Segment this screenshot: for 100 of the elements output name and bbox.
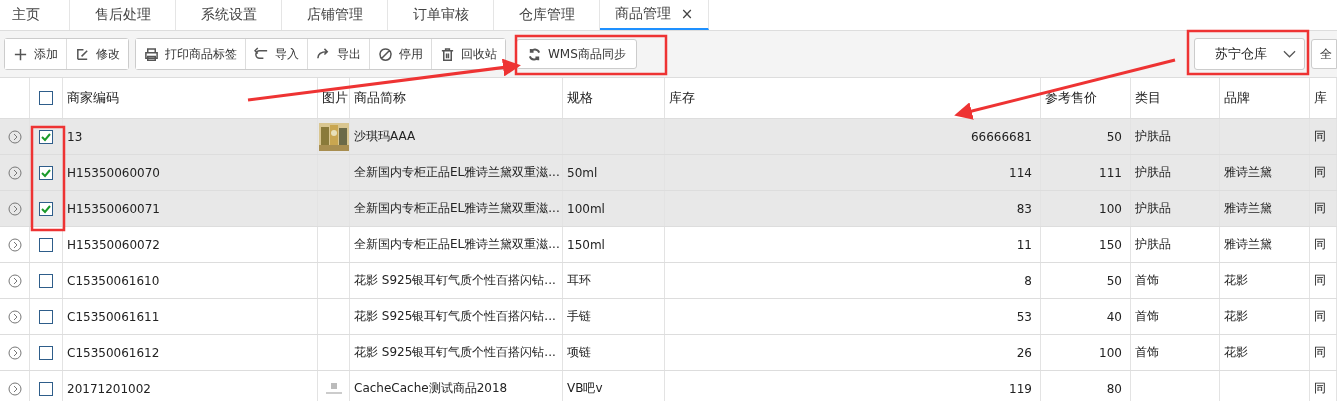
printer-icon xyxy=(144,46,159,62)
curved-arrow-icon xyxy=(254,46,269,62)
table-cell: 首饰 xyxy=(1135,344,1159,361)
checkbox[interactable] xyxy=(39,237,53,252)
table-cell: 雅诗兰黛 xyxy=(1224,236,1272,253)
table-cell: 13 xyxy=(67,129,83,144)
table-cell: VB吧v xyxy=(567,380,603,397)
table-cell: C15350061611 xyxy=(67,309,160,324)
checkbox[interactable] xyxy=(39,345,53,360)
checkbox[interactable] xyxy=(39,91,53,105)
table-cell: 53 xyxy=(1016,309,1032,324)
column-header[interactable]: 规格 xyxy=(567,89,593,107)
table-cell: 50ml xyxy=(567,165,598,180)
table-cell: 花影 xyxy=(1224,344,1248,361)
table-cell: 同 xyxy=(1314,236,1326,253)
table-cell: 花影 xyxy=(1224,272,1248,289)
filter-button[interactable]: 全 xyxy=(1311,39,1337,69)
expand-icon[interactable] xyxy=(7,165,22,180)
table-cell: 耳环 xyxy=(567,272,591,289)
table-cell: 119 xyxy=(1009,381,1032,396)
warehouse-dropdown[interactable]: 苏宁仓库 xyxy=(1194,38,1305,70)
tab[interactable]: 店铺管理 xyxy=(282,0,388,30)
column-header[interactable]: 图片 xyxy=(322,89,348,107)
table-cell: 20171201002 xyxy=(67,381,151,396)
close-icon[interactable]: × xyxy=(680,5,694,23)
expand-icon[interactable] xyxy=(7,345,22,360)
table-cell: 全新国内专柜正品EL雅诗兰黛双重滋... xyxy=(354,164,560,181)
table-cell: 全新国内专柜正品EL雅诗兰黛双重滋... xyxy=(354,200,560,217)
table-cell: 护肤品 xyxy=(1135,236,1171,253)
table-cell: C15350061612 xyxy=(67,345,160,360)
table-cell: 111 xyxy=(1099,165,1122,180)
column-header[interactable]: 品牌 xyxy=(1224,89,1250,107)
table-cell: 同 xyxy=(1314,272,1326,289)
table-cell: 80 xyxy=(1106,381,1122,396)
table-cell: 100ml xyxy=(567,201,605,216)
sync-button[interactable]: WMS商品同步 xyxy=(516,39,637,69)
column-header[interactable]: 商家编码 xyxy=(67,89,119,107)
expand-icon[interactable] xyxy=(7,129,22,144)
expand-icon[interactable] xyxy=(7,309,22,324)
table-cell: H15350060072 xyxy=(67,237,160,252)
table-cell: 护肤品 xyxy=(1135,164,1171,181)
tab[interactable]: 系统设置 xyxy=(176,0,282,30)
table-cell: 花影 xyxy=(1224,308,1248,325)
trash-icon xyxy=(440,46,455,62)
table-cell: H15350060070 xyxy=(67,165,160,180)
column-header[interactable]: 库 xyxy=(1314,89,1327,107)
table-cell: 100 xyxy=(1099,201,1122,216)
table-cell: 114 xyxy=(1009,165,1032,180)
table-cell: 花影 S925银耳钉气质个性百搭闪钻... xyxy=(354,272,556,289)
table-cell: 150 xyxy=(1099,237,1122,252)
checkbox[interactable] xyxy=(39,129,53,144)
table-cell: 花影 S925银耳钉气质个性百搭闪钻... xyxy=(354,344,556,361)
plus-icon xyxy=(13,46,28,62)
table-cell: 150ml xyxy=(567,237,605,252)
tab[interactable]: 售后处理 xyxy=(70,0,176,30)
table-cell: 护肤品 xyxy=(1135,200,1171,217)
checkbox[interactable] xyxy=(39,165,53,180)
table-cell: 66666681 xyxy=(970,129,1032,144)
column-header[interactable]: 库存 xyxy=(669,89,695,107)
table-cell: 50 xyxy=(1106,273,1122,288)
checkbox[interactable] xyxy=(39,201,53,216)
chevron-down-icon xyxy=(1283,50,1296,58)
tab[interactable]: 主页 xyxy=(0,0,70,30)
refresh-icon xyxy=(527,46,542,62)
column-header[interactable]: 商品简称 xyxy=(354,89,406,107)
table-cell: 雅诗兰黛 xyxy=(1224,164,1272,181)
table-cell: 100 xyxy=(1099,345,1122,360)
toolbar-button[interactable]: 打印商品标签 xyxy=(136,39,246,69)
expand-icon[interactable] xyxy=(7,201,22,216)
table-cell: 40 xyxy=(1106,309,1122,324)
table-cell: 83 xyxy=(1016,201,1032,216)
disabled-icon xyxy=(378,46,393,62)
table-cell: 同 xyxy=(1314,128,1326,145)
table-cell: C15350061610 xyxy=(67,273,160,288)
tab[interactable]: 仓库管理 xyxy=(494,0,600,30)
table-cell: 项链 xyxy=(567,344,591,361)
column-header[interactable]: 参考售价 xyxy=(1045,89,1097,107)
table-cell: H15350060071 xyxy=(67,201,160,216)
toolbar-button[interactable]: 添加 xyxy=(5,39,67,69)
table-cell: 同 xyxy=(1314,308,1326,325)
table-cell: 50 xyxy=(1106,129,1122,144)
table-cell: 首饰 xyxy=(1135,308,1159,325)
expand-icon[interactable] xyxy=(7,237,22,252)
checkbox[interactable] xyxy=(39,273,53,288)
image-placeholder-icon xyxy=(323,380,344,397)
table-cell: 同 xyxy=(1314,164,1326,181)
expand-icon[interactable] xyxy=(7,273,22,288)
table-cell: 同 xyxy=(1314,344,1326,361)
checkbox[interactable] xyxy=(39,309,53,324)
column-header[interactable]: 类目 xyxy=(1135,89,1161,107)
edit-icon xyxy=(75,46,90,62)
tab[interactable]: 订单审核 xyxy=(388,0,494,30)
table-cell: 护肤品 xyxy=(1135,128,1171,145)
expand-icon[interactable] xyxy=(7,381,22,396)
checkbox[interactable] xyxy=(39,381,53,396)
table-cell: 8 xyxy=(1024,273,1032,288)
table-cell: CacheCache测试商品2018 xyxy=(354,380,508,397)
table-cell: 花影 S925银耳钉气质个性百搭闪钻... xyxy=(354,308,556,325)
table-cell: 雅诗兰黛 xyxy=(1224,200,1272,217)
table-cell: 沙琪玛AAA xyxy=(354,128,416,145)
